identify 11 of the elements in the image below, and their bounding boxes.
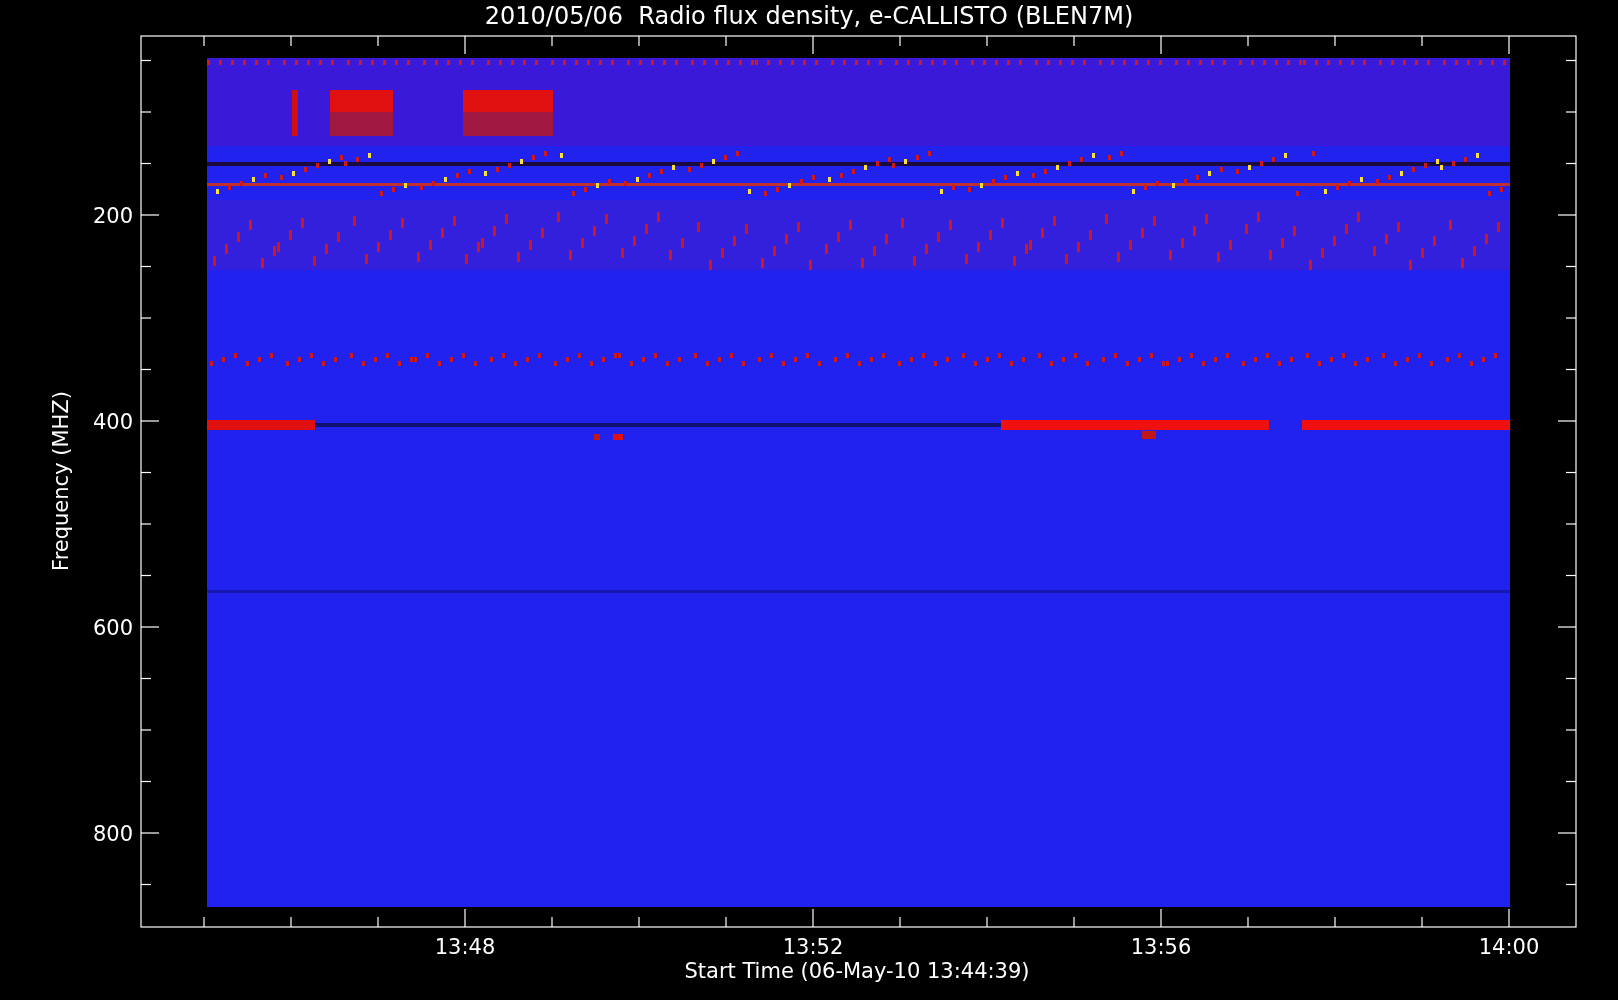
y-axis-label: Frequency (MHZ) — [49, 391, 73, 571]
y-tick-label: 600 — [92, 616, 133, 640]
x-axis-label: Start Time (06-May-10 13:44:39) — [684, 959, 1030, 983]
y-tick-label: 400 — [92, 410, 133, 434]
x-tick-label: 13:52 — [782, 935, 844, 959]
y-tick-label: 200 — [92, 204, 133, 228]
x-tick-label: 13:48 — [434, 935, 496, 959]
y-tick-label: 800 — [92, 822, 133, 846]
chart-title: 2010/05/06 Radio flux density, e-CALLISTO (BLEN7M) — [484, 2, 1134, 30]
x-tick-label: 13:56 — [1130, 935, 1192, 959]
x-tick-label: 14:00 — [1478, 935, 1540, 959]
